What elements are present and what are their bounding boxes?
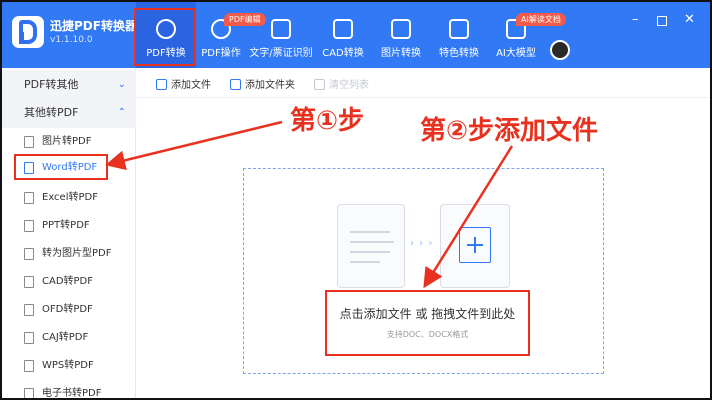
add-target-icon[interactable] bbox=[440, 204, 510, 288]
plus-icon bbox=[459, 227, 491, 263]
sidebar-item-wps-to-pdf[interactable]: WPS转PDF bbox=[2, 352, 136, 380]
add-file-button[interactable]: 添加文件 bbox=[156, 76, 211, 91]
sidebar-item-label: WPS转PDF bbox=[42, 360, 94, 371]
arrow-right-icon: › › › bbox=[410, 238, 434, 249]
add-file-icon bbox=[156, 79, 167, 90]
sidebar-item-cad-to-pdf[interactable]: CAD转PDF bbox=[2, 268, 136, 296]
nav-label: 图片转换 bbox=[381, 48, 421, 59]
toolbar: 添加文件 添加文件夹 清空列表 bbox=[136, 68, 710, 98]
sidebar-item-label: 电子书转PDF bbox=[42, 388, 102, 399]
maximize-button[interactable] bbox=[657, 16, 667, 26]
nav-ocr[interactable]: 文字/票证识别 bbox=[248, 2, 314, 68]
active-tab-highlight bbox=[134, 8, 196, 66]
add-folder-icon bbox=[230, 79, 241, 90]
nav-label: 特色转换 bbox=[439, 48, 479, 59]
sidebar-group-label: 其他转PDF bbox=[24, 106, 79, 119]
sidebar-group-other-to-pdf[interactable]: 其他转PDF ⌃ bbox=[2, 98, 136, 128]
cad-file-icon bbox=[24, 276, 34, 288]
sidebar-item-label: 转为图片型PDF bbox=[42, 248, 112, 259]
ebook-file-icon bbox=[24, 388, 34, 398]
add-folder-label: 添加文件夹 bbox=[245, 80, 295, 91]
close-button[interactable]: ✕ bbox=[684, 12, 695, 27]
sidebar-item-caj-to-pdf[interactable]: CAJ转PDF bbox=[2, 324, 136, 352]
add-file-label: 添加文件 bbox=[171, 80, 211, 91]
clear-list-label: 清空列表 bbox=[329, 80, 369, 91]
caj-file-icon bbox=[24, 332, 34, 344]
nav-cad-convert[interactable]: CAD转换 bbox=[318, 2, 368, 68]
image-file-icon bbox=[24, 136, 34, 148]
sidebar-item-ebook-to-pdf[interactable]: 电子书转PDF bbox=[2, 380, 136, 399]
sidebar-group-pdf-to-other[interactable]: PDF转其他 ⌄ bbox=[2, 70, 136, 100]
image-icon bbox=[391, 19, 411, 39]
sidebar-item-label: Excel转PDF bbox=[42, 192, 98, 203]
sidebar-item-image-pdf[interactable]: 转为图片型PDF bbox=[2, 240, 136, 268]
app-window: 迅捷PDF转换器 v1.1.10.0 PDF转换 PDF操作 文字/票证识别 C… bbox=[0, 0, 712, 400]
sidebar-item-excel-to-pdf[interactable]: Excel转PDF bbox=[2, 184, 136, 212]
minimize-button[interactable]: – bbox=[632, 12, 639, 27]
document-icon bbox=[337, 204, 405, 288]
user-avatar[interactable] bbox=[550, 40, 570, 60]
nav-label: AI大模型 bbox=[496, 48, 536, 59]
selected-item-highlight bbox=[14, 154, 108, 180]
sidebar-item-image-to-pdf[interactable]: 图片转PDF bbox=[2, 128, 136, 156]
sidebar-item-ppt-to-pdf[interactable]: PPT转PDF bbox=[2, 212, 136, 240]
chevron-up-icon: ⌃ bbox=[117, 107, 126, 118]
nav-label: PDF操作 bbox=[201, 48, 241, 59]
sidebar-item-label: PPT转PDF bbox=[42, 220, 90, 231]
nav-ai-model[interactable]: AI大模型 bbox=[490, 2, 542, 68]
sidebar-item-label: CAD转PDF bbox=[42, 276, 94, 287]
step2-annotation: 第②步添加文件 bbox=[420, 116, 599, 146]
drop-hint-highlight bbox=[325, 290, 530, 356]
sidebar-item-label: CAJ转PDF bbox=[42, 332, 89, 343]
nav-pdf-operations[interactable]: PDF操作 bbox=[196, 2, 246, 68]
ai-doc-badge: AI解读文档 bbox=[516, 13, 566, 26]
nav-label: 文字/票证识别 bbox=[249, 48, 313, 59]
clear-list-button[interactable]: 清空列表 bbox=[314, 76, 369, 91]
top-bar: 迅捷PDF转换器 v1.1.10.0 PDF转换 PDF操作 文字/票证识别 C… bbox=[2, 2, 710, 68]
excel-file-icon bbox=[24, 192, 34, 204]
app-version: v1.1.10.0 bbox=[50, 35, 93, 45]
image-pdf-icon bbox=[24, 248, 34, 260]
wps-file-icon bbox=[24, 360, 34, 372]
chevron-down-icon: ⌄ bbox=[117, 79, 126, 90]
add-folder-button[interactable]: 添加文件夹 bbox=[230, 76, 295, 91]
sidebar-group-label: PDF转其他 bbox=[24, 78, 79, 91]
step1-annotation: 第①步 bbox=[290, 106, 365, 136]
sidebar-item-label: OFD转PDF bbox=[42, 304, 93, 315]
nav-special-convert[interactable]: 特色转换 bbox=[434, 2, 484, 68]
scan-icon bbox=[271, 19, 291, 39]
app-name: 迅捷PDF转换器 bbox=[50, 19, 137, 33]
app-logo bbox=[12, 16, 44, 48]
star-icon bbox=[449, 19, 469, 39]
trash-icon bbox=[314, 79, 325, 90]
cad-icon bbox=[333, 19, 353, 39]
nav-label: CAD转换 bbox=[322, 48, 364, 59]
sidebar-item-label: 图片转PDF bbox=[42, 136, 92, 147]
ofd-file-icon bbox=[24, 304, 34, 316]
sidebar-item-ofd-to-pdf[interactable]: OFD转PDF bbox=[2, 296, 136, 324]
ppt-file-icon bbox=[24, 220, 34, 232]
pdf-edit-badge: PDF编辑 bbox=[224, 13, 266, 26]
nav-image-convert[interactable]: 图片转换 bbox=[376, 2, 426, 68]
